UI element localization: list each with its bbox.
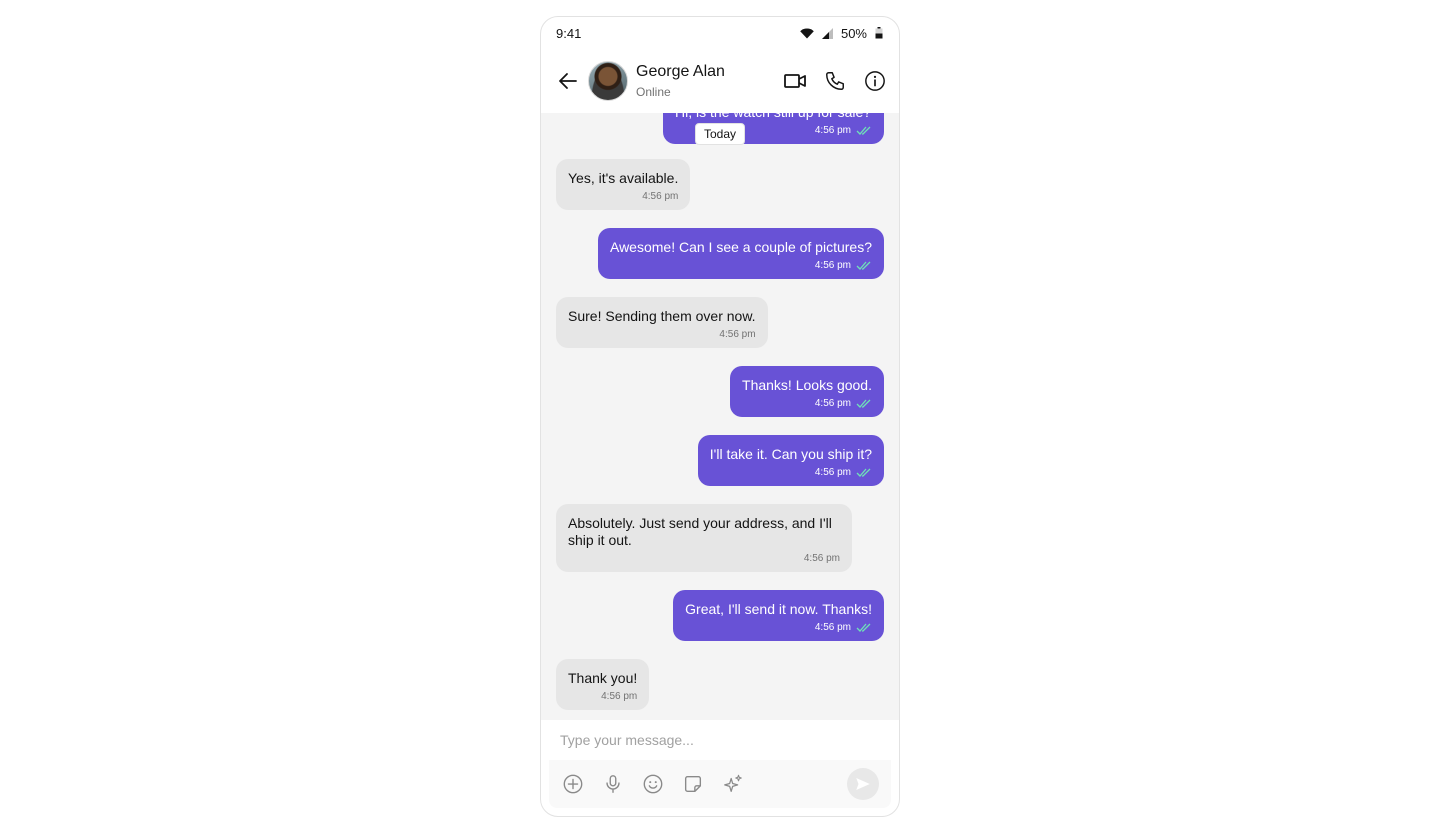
read-receipt-icon: [856, 623, 871, 632]
message-time: 4:56 pm: [814, 467, 851, 478]
message-text: Yes, it's available.: [568, 170, 679, 186]
message-text: Thanks! Looks good.: [742, 377, 872, 393]
battery-percentage: 50%: [840, 25, 867, 41]
message-list[interactable]: Today Hi, is the watch still up for sale…: [541, 113, 899, 720]
read-receipt-icon: [856, 399, 871, 408]
message-time: 4:56 pm: [814, 398, 851, 409]
message-input[interactable]: [549, 720, 891, 760]
attach-button[interactable]: [561, 772, 585, 796]
contact-info[interactable]: George Alan Online: [636, 62, 725, 100]
message-text: Thank you!: [568, 670, 638, 686]
send-button[interactable]: [847, 768, 879, 800]
voice-record-button[interactable]: [601, 772, 625, 796]
arrow-left-icon: [559, 73, 577, 89]
message-bubble-incoming[interactable]: Absolutely. Just send your address, and …: [556, 504, 852, 572]
info-icon: [865, 71, 885, 91]
avatar[interactable]: [588, 61, 628, 101]
message-bubble-incoming[interactable]: Yes, it's available. 4:56 pm: [556, 159, 691, 210]
message-bubble-incoming[interactable]: Thank you! 4:56 pm: [556, 659, 650, 710]
message-time: 4:56 pm: [803, 553, 840, 564]
message-bubble-outgoing[interactable]: Great, I'll send it now. Thanks! 4:56 pm: [673, 590, 884, 641]
phone-icon: [826, 72, 844, 90]
header-actions: [783, 69, 887, 93]
phone-frame: 9:41 50% George Alan Online Today 4:56 p…: [540, 16, 900, 817]
sticker-button[interactable]: [681, 772, 705, 796]
emoji-button[interactable]: [641, 772, 665, 796]
message-time: 4:56 pm: [601, 691, 638, 702]
composer-toolbar: [549, 760, 891, 808]
back-button[interactable]: [557, 70, 579, 92]
message-time: 4:56 pm: [814, 260, 851, 271]
status-icons: 50%: [800, 26, 883, 41]
message-bubble-outgoing[interactable]: Awesome! Can I see a couple of pictures?…: [597, 228, 884, 279]
message-time: 4:56 pm: [642, 191, 679, 202]
sticker-icon: [684, 775, 702, 793]
smiley-icon: [643, 774, 663, 794]
date-separator: Today: [695, 123, 746, 145]
message-text: I'll take it. Can you ship it?: [709, 446, 872, 462]
video-call-button[interactable]: [783, 69, 807, 93]
message-text: Sure! Sending them over now.: [568, 308, 756, 324]
sparkle-icon: [724, 774, 742, 792]
wifi-icon: [800, 28, 814, 39]
read-receipt-icon: [856, 468, 871, 477]
contact-status: Online: [636, 85, 671, 99]
send-icon: [856, 778, 870, 790]
message-text: Hi, is the watch still up for sale?: [675, 113, 872, 121]
message-time: 4:56 pm: [719, 329, 756, 340]
ai-assist-button[interactable]: [721, 772, 745, 796]
info-button[interactable]: [863, 69, 887, 93]
chat-header: George Alan Online: [541, 49, 899, 113]
read-receipt-icon: [856, 126, 871, 135]
read-receipt-icon: [856, 261, 871, 270]
message-time: 4:56 pm: [814, 125, 851, 136]
status-time: 9:41: [556, 25, 582, 41]
message-text: Absolutely. Just send your address, and …: [568, 515, 832, 548]
message-text: Great, I'll send it now. Thanks!: [685, 601, 872, 617]
message-bubble-incoming[interactable]: Sure! Sending them over now. 4:56 pm: [556, 297, 768, 348]
status-bar: 9:41 50%: [541, 17, 899, 49]
plus-circle-icon: [563, 774, 583, 794]
message-bubble-outgoing[interactable]: Thanks! Looks good. 4:56 pm: [730, 366, 884, 417]
contact-name: George Alan: [636, 63, 725, 80]
message-text: Awesome! Can I see a couple of pictures?: [609, 239, 872, 255]
voice-call-button[interactable]: [823, 69, 847, 93]
message-composer: [549, 720, 891, 808]
message-bubble-outgoing[interactable]: I'll take it. Can you ship it? 4:56 pm: [697, 435, 884, 486]
battery-icon: [875, 27, 883, 39]
cellular-signal-icon: [821, 27, 833, 39]
microphone-icon: [606, 775, 620, 793]
video-camera-icon: [784, 74, 806, 88]
message-time: 4:56 pm: [814, 622, 851, 633]
